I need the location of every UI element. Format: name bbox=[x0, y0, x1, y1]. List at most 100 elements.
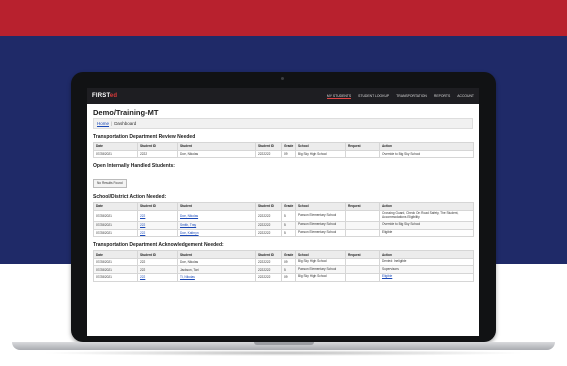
cell-action: Denied: Ineligible bbox=[379, 257, 474, 267]
table-row: 07/28/2021 222 Doe, Nikolas 2222222 09 B… bbox=[93, 257, 474, 267]
cell-student: Doe, Nikolas bbox=[177, 257, 256, 267]
cell-action: Eligible bbox=[379, 228, 474, 238]
table-row: 07/28/2021 2222 Doe, Nikolas 2222222 09 … bbox=[93, 149, 474, 159]
main-nav: My Students Student Lookup Transportatio… bbox=[326, 94, 474, 99]
col-action[interactable]: Action bbox=[379, 202, 474, 211]
review-table: Date Student ID Student Student ID Grade… bbox=[93, 142, 474, 159]
cell-action-link[interactable]: Eligible bbox=[379, 273, 474, 282]
no-results-button[interactable]: No Results Found bbox=[93, 178, 127, 188]
col-student-id-2[interactable]: Student ID bbox=[255, 250, 282, 259]
nav-my-students[interactable]: My Students bbox=[326, 94, 352, 99]
cell-school: Paxson Elementary School bbox=[295, 221, 346, 230]
col-request[interactable]: Request bbox=[345, 142, 380, 151]
cell-grade: 09 bbox=[281, 273, 296, 282]
col-date[interactable]: Date bbox=[93, 142, 138, 151]
col-action[interactable]: Action bbox=[379, 142, 474, 151]
laptop-notch bbox=[254, 342, 314, 345]
cell-student-id-2: 2222222 bbox=[255, 221, 282, 230]
cell-grade: 09 bbox=[281, 257, 296, 267]
logo-sub-text: ed bbox=[109, 93, 118, 99]
col-school[interactable]: School bbox=[295, 250, 346, 259]
col-student-id-2[interactable]: Student ID bbox=[255, 202, 282, 211]
cell-date: 07/28/2021 bbox=[93, 221, 138, 230]
col-date[interactable]: Date bbox=[93, 202, 138, 211]
col-school[interactable]: School bbox=[295, 142, 346, 151]
cell-student-id-link[interactable]: 222 bbox=[137, 209, 178, 223]
cell-action: Override to Big Sky School bbox=[379, 221, 474, 230]
table-row: 07/28/2021 222 Doe, Kathryn 2222222 5 Pa… bbox=[93, 228, 474, 238]
cell-student-id-link[interactable]: 222 bbox=[137, 228, 178, 238]
col-grade[interactable]: Grade bbox=[281, 142, 296, 151]
col-student[interactable]: Student bbox=[177, 250, 256, 259]
section-title-internal: Open Internally Handled Students: bbox=[93, 163, 175, 170]
cell-request bbox=[345, 209, 380, 223]
breadcrumb: Home | Dashboard bbox=[93, 118, 473, 129]
cell-student-id: 222 bbox=[137, 265, 178, 275]
cell-school: Paxson Elementary School bbox=[295, 209, 346, 223]
cell-date: 07/28/2021 bbox=[93, 257, 138, 267]
cell-student-id-2: 2222222 bbox=[255, 209, 282, 223]
col-grade[interactable]: Grade bbox=[281, 250, 296, 259]
district-table: Date Student ID Student Student ID Grade… bbox=[93, 202, 474, 238]
laptop-shadow bbox=[40, 350, 527, 356]
cell-grade: 5 bbox=[281, 209, 296, 223]
app-logo[interactable]: FIRSTed bbox=[92, 93, 117, 99]
cell-request bbox=[345, 221, 380, 230]
nav-reports[interactable]: Reports bbox=[434, 94, 450, 99]
col-student[interactable]: Student bbox=[177, 142, 256, 151]
cell-date: 07/28/2021 bbox=[93, 228, 138, 238]
cell-request bbox=[345, 257, 380, 267]
cell-student-id-2: 2222222 bbox=[255, 228, 282, 238]
cell-school: Big Sky High School bbox=[295, 257, 346, 267]
cell-request bbox=[345, 149, 380, 159]
col-action[interactable]: Action bbox=[379, 250, 474, 259]
breadcrumb-current: Dashboard bbox=[114, 121, 137, 126]
col-student-id[interactable]: Student ID bbox=[137, 202, 178, 211]
table-row: 07/28/2021 222 Smith, Tray 2222222 5 Pax… bbox=[93, 221, 474, 230]
camera-icon bbox=[281, 77, 284, 80]
cell-date: 07/28/2021 bbox=[93, 209, 138, 223]
cell-student-id: 2222 bbox=[137, 149, 178, 159]
nav-account[interactable]: Account bbox=[457, 94, 474, 99]
logo-main-text: FIRST bbox=[92, 93, 110, 99]
cell-student-id-link[interactable]: 222 bbox=[137, 221, 178, 230]
col-request[interactable]: Request bbox=[345, 202, 380, 211]
table-row: 07/28/2021 222 Tl, Nikolas 2222222 09 Bi… bbox=[93, 273, 474, 282]
cell-action: Crossing Guard, Check On Road Safety, Th… bbox=[379, 209, 474, 223]
col-student-id[interactable]: Student ID bbox=[137, 250, 178, 259]
cell-student: Jackson, Tari bbox=[177, 265, 256, 275]
cell-student-link[interactable]: Doe, Nikolas bbox=[177, 209, 256, 223]
table-row: 07/28/2021 222 Doe, Nikolas 2222222 5 Pa… bbox=[93, 209, 474, 223]
cell-date: 07/28/2021 bbox=[93, 265, 138, 275]
cell-student-link[interactable]: Doe, Kathryn bbox=[177, 228, 256, 238]
col-student[interactable]: Student bbox=[177, 202, 256, 211]
red-banner bbox=[0, 0, 567, 36]
cell-action: Override to Big Sky School bbox=[379, 149, 474, 159]
cell-grade: 5 bbox=[281, 265, 296, 275]
col-grade[interactable]: Grade bbox=[281, 202, 296, 211]
cell-grade: 09 bbox=[281, 149, 296, 159]
breadcrumb-home[interactable]: Home bbox=[97, 121, 109, 126]
cell-student-id: 222 bbox=[137, 257, 178, 267]
cell-action: Supervisors bbox=[379, 265, 474, 275]
cell-student-id-2: 2222222 bbox=[255, 273, 282, 282]
nav-student-lookup[interactable]: Student Lookup bbox=[358, 94, 389, 99]
col-school[interactable]: School bbox=[295, 202, 346, 211]
nav-transportation[interactable]: Transportation bbox=[396, 94, 427, 99]
cell-student-id-link[interactable]: 222 bbox=[137, 273, 178, 282]
top-navbar: FIRSTed My Students Student Lookup Trans… bbox=[87, 88, 479, 104]
col-date[interactable]: Date bbox=[93, 250, 138, 259]
col-student-id[interactable]: Student ID bbox=[137, 142, 178, 151]
laptop-screen: FIRSTed My Students Student Lookup Trans… bbox=[87, 88, 479, 336]
cell-student-link[interactable]: Smith, Tray bbox=[177, 221, 256, 230]
cell-student-link[interactable]: Tl, Nikolas bbox=[177, 273, 256, 282]
cell-request bbox=[345, 273, 380, 282]
cell-student-id-2: 2222222 bbox=[255, 265, 282, 275]
cell-school: Big Sky High School bbox=[295, 149, 346, 159]
cell-grade: 5 bbox=[281, 221, 296, 230]
cell-request bbox=[345, 228, 380, 238]
cell-student-id-2: 2222222 bbox=[255, 149, 282, 159]
col-student-id-2[interactable]: Student ID bbox=[255, 142, 282, 151]
col-request[interactable]: Request bbox=[345, 250, 380, 259]
cell-date: 07/28/2021 bbox=[93, 149, 138, 159]
